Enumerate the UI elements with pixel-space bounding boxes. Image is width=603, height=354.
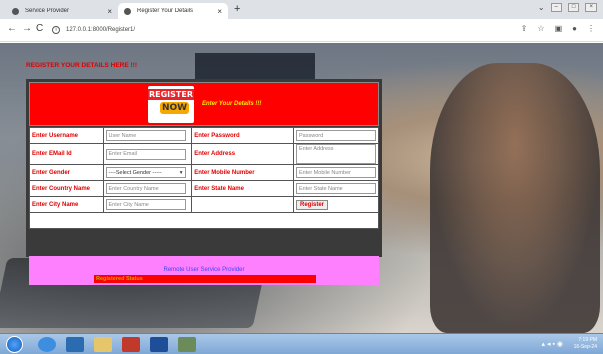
register-button[interactable]: Register [296, 199, 329, 210]
tab-label: Register Your Details [137, 8, 194, 14]
email-input[interactable]: Enter Email [105, 148, 186, 160]
browser-toolbar: ⇪ ☆ ▣ ● ⋮ [521, 24, 595, 33]
tab-register-details[interactable]: Register Your Details × [118, 3, 228, 19]
email-label: Enter EMail Id [30, 144, 103, 164]
form-row: Enter City Name Enter City Name Register [30, 197, 378, 212]
address-label: Enter Address [192, 144, 293, 164]
new-tab-button[interactable]: + [234, 3, 240, 15]
page-background: REGISTER YOUR DETAILS HERE !!! REGISTER … [0, 43, 603, 333]
app-icon[interactable] [66, 337, 84, 352]
empty-cell [192, 197, 293, 212]
form-row: Enter Country Name Enter Country Name En… [30, 181, 378, 196]
chevron-down-icon: ▾ [179, 169, 183, 176]
gender-select[interactable]: ----Select Gender ----- ▾ [105, 167, 186, 178]
clock-time: 7:19 PM [578, 337, 597, 343]
chevron-down-icon[interactable]: ⌄ [538, 3, 545, 12]
register-form-panel: REGISTER NOW Enter Your Details !!! Ente… [26, 79, 382, 285]
maximize-button[interactable]: □ [567, 3, 580, 12]
mobile-input[interactable]: Enter Mobile Number [296, 167, 376, 178]
state-label: Enter State Name [192, 181, 293, 196]
forward-icon[interactable]: → [22, 23, 32, 34]
pdf-icon[interactable] [122, 337, 140, 352]
clock-date: 16-Sep-24 [573, 344, 597, 350]
state-input[interactable]: Enter State Name [296, 183, 376, 194]
remote-user-link[interactable]: Remote User [163, 267, 198, 273]
background-person [430, 63, 600, 333]
country-input[interactable]: Enter Country Name [105, 183, 186, 194]
mobile-label: Enter Mobile Number [192, 165, 293, 180]
tab-bar: Service Provider × Register Your Details… [0, 0, 603, 19]
close-icon[interactable]: × [107, 7, 112, 16]
system-tray-icons[interactable]: ▴ ◂ ▪ ◉ [542, 340, 563, 348]
address-bar: ← → C i 127.0.0.1:8000/Register1/ ⇪ ☆ ▣ … [0, 19, 603, 42]
empty-cell [30, 213, 378, 228]
globe-icon [124, 7, 131, 15]
spreadsheet-icon[interactable] [178, 337, 196, 352]
username-label: Enter Username [30, 128, 103, 143]
globe-icon [12, 7, 19, 15]
banner-text: Enter Your Details !!! [202, 101, 262, 107]
tab-label: Service Provider [25, 8, 70, 14]
form-row: Enter Username User Name Enter Password … [30, 128, 378, 143]
share-icon[interactable]: ⇪ [521, 24, 528, 33]
service-provider-link[interactable]: Service Provider [201, 267, 245, 273]
status-bar: Registered Status [94, 275, 316, 283]
reload-icon[interactable]: C [36, 23, 43, 34]
star-icon[interactable]: ☆ [537, 24, 544, 33]
profile-icon[interactable]: ● [572, 24, 577, 33]
register-form-table: Enter Username User Name Enter Password … [29, 127, 379, 229]
page-heading: REGISTER YOUR DETAILS HERE !!! [26, 62, 137, 69]
sidebar-icon[interactable]: ▣ [555, 24, 563, 33]
window-controls: ⌄ – □ × [538, 3, 597, 12]
form-banner: REGISTER NOW Enter Your Details !!! [29, 82, 379, 126]
start-button[interactable] [6, 336, 23, 353]
url-text: 127.0.0.1:8000/Register1/ [66, 27, 136, 33]
close-window-button[interactable]: × [585, 3, 597, 12]
register-now-logo: REGISTER NOW [148, 86, 194, 123]
window-icon[interactable] [150, 337, 168, 352]
back-icon[interactable]: ← [7, 23, 17, 34]
tab-service-provider[interactable]: Service Provider × [6, 3, 118, 19]
url-field[interactable]: i 127.0.0.1:8000/Register1/ [52, 22, 472, 38]
country-label: Enter Country Name [30, 181, 103, 196]
username-input[interactable]: User Name [105, 130, 186, 141]
address-textarea[interactable]: Enter Address [296, 144, 376, 164]
folder-icon[interactable] [94, 337, 112, 352]
chrome-icon[interactable] [38, 337, 56, 352]
password-label: Enter Password [192, 128, 293, 143]
gender-label: Enter Gender [30, 165, 103, 180]
form-row [30, 213, 378, 228]
clock[interactable]: 7:19 PM 16-Sep-24 [574, 337, 597, 351]
close-icon[interactable]: × [217, 7, 222, 16]
menu-icon[interactable]: ⋮ [587, 24, 595, 33]
password-input[interactable]: Password [296, 130, 376, 141]
form-row: Enter Gender ----Select Gender ----- ▾ En… [30, 165, 378, 180]
city-label: Enter City Name [30, 197, 103, 212]
info-icon[interactable]: i [52, 26, 60, 34]
minimize-button[interactable]: – [550, 3, 562, 12]
taskbar: ▴ ◂ ▪ ◉ 7:19 PM 16-Sep-24 [0, 333, 603, 354]
form-row: Enter EMail Id Enter Email Enter Address… [30, 144, 378, 164]
city-input[interactable]: Enter City Name [105, 199, 186, 210]
